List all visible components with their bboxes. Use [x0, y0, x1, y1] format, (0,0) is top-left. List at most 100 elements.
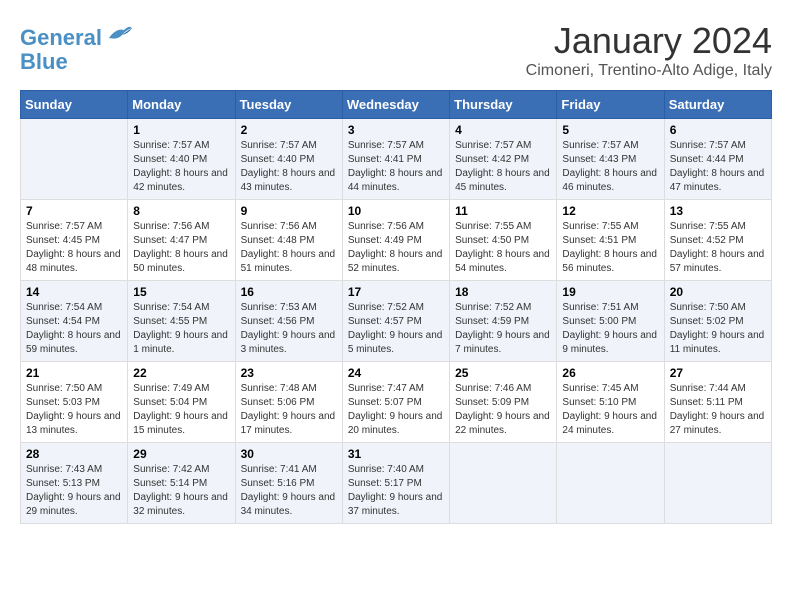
day-info: Sunrise: 7:57 AMSunset: 4:43 PMDaylight:…	[562, 139, 658, 195]
day-info: Sunrise: 7:47 AMSunset: 5:07 PMDaylight:…	[348, 382, 444, 438]
calendar-cell: 21 Sunrise: 7:50 AMSunset: 5:03 PMDaylig…	[21, 362, 128, 443]
day-info: Sunrise: 7:46 AMSunset: 5:09 PMDaylight:…	[455, 382, 551, 438]
day-number: 21	[26, 366, 122, 380]
day-number: 11	[455, 204, 551, 218]
day-info: Sunrise: 7:57 AMSunset: 4:41 PMDaylight:…	[348, 139, 444, 195]
day-info: Sunrise: 7:54 AMSunset: 4:55 PMDaylight:…	[133, 301, 229, 357]
calendar-cell: 22 Sunrise: 7:49 AMSunset: 5:04 PMDaylig…	[128, 362, 235, 443]
calendar-cell	[664, 443, 771, 524]
calendar-cell: 27 Sunrise: 7:44 AMSunset: 5:11 PMDaylig…	[664, 362, 771, 443]
day-number: 22	[133, 366, 229, 380]
day-info: Sunrise: 7:55 AMSunset: 4:50 PMDaylight:…	[455, 220, 551, 276]
day-info: Sunrise: 7:56 AMSunset: 4:48 PMDaylight:…	[241, 220, 337, 276]
day-number: 13	[670, 204, 766, 218]
day-info: Sunrise: 7:57 AMSunset: 4:42 PMDaylight:…	[455, 139, 551, 195]
logo: General Blue	[20, 20, 134, 74]
calendar-week-row: 21 Sunrise: 7:50 AMSunset: 5:03 PMDaylig…	[21, 362, 772, 443]
column-header-wednesday: Wednesday	[342, 91, 449, 119]
calendar-cell	[21, 119, 128, 200]
day-number: 10	[348, 204, 444, 218]
day-number: 27	[670, 366, 766, 380]
day-info: Sunrise: 7:40 AMSunset: 5:17 PMDaylight:…	[348, 463, 444, 519]
calendar-cell: 29 Sunrise: 7:42 AMSunset: 5:14 PMDaylig…	[128, 443, 235, 524]
day-number: 16	[241, 285, 337, 299]
calendar-cell: 6 Sunrise: 7:57 AMSunset: 4:44 PMDayligh…	[664, 119, 771, 200]
day-number: 9	[241, 204, 337, 218]
column-header-friday: Friday	[557, 91, 664, 119]
day-number: 28	[26, 447, 122, 461]
day-info: Sunrise: 7:54 AMSunset: 4:54 PMDaylight:…	[26, 301, 122, 357]
column-header-thursday: Thursday	[450, 91, 557, 119]
calendar-cell: 9 Sunrise: 7:56 AMSunset: 4:48 PMDayligh…	[235, 200, 342, 281]
day-number: 8	[133, 204, 229, 218]
calendar-cell: 20 Sunrise: 7:50 AMSunset: 5:02 PMDaylig…	[664, 281, 771, 362]
day-info: Sunrise: 7:49 AMSunset: 5:04 PMDaylight:…	[133, 382, 229, 438]
day-number: 3	[348, 123, 444, 137]
day-number: 15	[133, 285, 229, 299]
day-info: Sunrise: 7:57 AMSunset: 4:45 PMDaylight:…	[26, 220, 122, 276]
calendar-cell: 25 Sunrise: 7:46 AMSunset: 5:09 PMDaylig…	[450, 362, 557, 443]
calendar-week-row: 7 Sunrise: 7:57 AMSunset: 4:45 PMDayligh…	[21, 200, 772, 281]
column-header-saturday: Saturday	[664, 91, 771, 119]
calendar-cell: 4 Sunrise: 7:57 AMSunset: 4:42 PMDayligh…	[450, 119, 557, 200]
day-number: 29	[133, 447, 229, 461]
calendar-week-row: 1 Sunrise: 7:57 AMSunset: 4:40 PMDayligh…	[21, 119, 772, 200]
logo-text: General Blue	[20, 20, 134, 74]
day-info: Sunrise: 7:45 AMSunset: 5:10 PMDaylight:…	[562, 382, 658, 438]
day-info: Sunrise: 7:55 AMSunset: 4:51 PMDaylight:…	[562, 220, 658, 276]
day-number: 24	[348, 366, 444, 380]
logo-bird-icon	[104, 20, 134, 45]
calendar-cell: 12 Sunrise: 7:55 AMSunset: 4:51 PMDaylig…	[557, 200, 664, 281]
day-info: Sunrise: 7:44 AMSunset: 5:11 PMDaylight:…	[670, 382, 766, 438]
calendar-cell: 7 Sunrise: 7:57 AMSunset: 4:45 PMDayligh…	[21, 200, 128, 281]
day-info: Sunrise: 7:51 AMSunset: 5:00 PMDaylight:…	[562, 301, 658, 357]
calendar-cell: 31 Sunrise: 7:40 AMSunset: 5:17 PMDaylig…	[342, 443, 449, 524]
calendar-cell	[450, 443, 557, 524]
calendar-cell: 23 Sunrise: 7:48 AMSunset: 5:06 PMDaylig…	[235, 362, 342, 443]
day-info: Sunrise: 7:55 AMSunset: 4:52 PMDaylight:…	[670, 220, 766, 276]
calendar-cell: 13 Sunrise: 7:55 AMSunset: 4:52 PMDaylig…	[664, 200, 771, 281]
calendar-cell: 11 Sunrise: 7:55 AMSunset: 4:50 PMDaylig…	[450, 200, 557, 281]
calendar-cell: 18 Sunrise: 7:52 AMSunset: 4:59 PMDaylig…	[450, 281, 557, 362]
calendar-cell: 30 Sunrise: 7:41 AMSunset: 5:16 PMDaylig…	[235, 443, 342, 524]
day-number: 23	[241, 366, 337, 380]
day-info: Sunrise: 7:52 AMSunset: 4:57 PMDaylight:…	[348, 301, 444, 357]
day-number: 6	[670, 123, 766, 137]
day-info: Sunrise: 7:42 AMSunset: 5:14 PMDaylight:…	[133, 463, 229, 519]
day-info: Sunrise: 7:50 AMSunset: 5:02 PMDaylight:…	[670, 301, 766, 357]
day-number: 12	[562, 204, 658, 218]
column-header-sunday: Sunday	[21, 91, 128, 119]
calendar-cell: 8 Sunrise: 7:56 AMSunset: 4:47 PMDayligh…	[128, 200, 235, 281]
calendar-table: SundayMondayTuesdayWednesdayThursdayFrid…	[20, 90, 772, 524]
calendar-cell: 28 Sunrise: 7:43 AMSunset: 5:13 PMDaylig…	[21, 443, 128, 524]
calendar-cell: 15 Sunrise: 7:54 AMSunset: 4:55 PMDaylig…	[128, 281, 235, 362]
calendar-cell: 1 Sunrise: 7:57 AMSunset: 4:40 PMDayligh…	[128, 119, 235, 200]
calendar-cell: 17 Sunrise: 7:52 AMSunset: 4:57 PMDaylig…	[342, 281, 449, 362]
month-title: January 2024	[526, 20, 772, 62]
day-number: 7	[26, 204, 122, 218]
day-info: Sunrise: 7:41 AMSunset: 5:16 PMDaylight:…	[241, 463, 337, 519]
calendar-cell: 14 Sunrise: 7:54 AMSunset: 4:54 PMDaylig…	[21, 281, 128, 362]
calendar-cell: 16 Sunrise: 7:53 AMSunset: 4:56 PMDaylig…	[235, 281, 342, 362]
calendar-cell	[557, 443, 664, 524]
day-info: Sunrise: 7:52 AMSunset: 4:59 PMDaylight:…	[455, 301, 551, 357]
day-number: 18	[455, 285, 551, 299]
column-header-tuesday: Tuesday	[235, 91, 342, 119]
calendar-week-row: 14 Sunrise: 7:54 AMSunset: 4:54 PMDaylig…	[21, 281, 772, 362]
calendar-cell: 24 Sunrise: 7:47 AMSunset: 5:07 PMDaylig…	[342, 362, 449, 443]
day-info: Sunrise: 7:50 AMSunset: 5:03 PMDaylight:…	[26, 382, 122, 438]
calendar-cell: 19 Sunrise: 7:51 AMSunset: 5:00 PMDaylig…	[557, 281, 664, 362]
day-info: Sunrise: 7:57 AMSunset: 4:40 PMDaylight:…	[241, 139, 337, 195]
title-block: January 2024 Cimoneri, Trentino-Alto Adi…	[526, 20, 772, 80]
calendar-cell: 26 Sunrise: 7:45 AMSunset: 5:10 PMDaylig…	[557, 362, 664, 443]
day-info: Sunrise: 7:56 AMSunset: 4:49 PMDaylight:…	[348, 220, 444, 276]
day-number: 14	[26, 285, 122, 299]
day-info: Sunrise: 7:43 AMSunset: 5:13 PMDaylight:…	[26, 463, 122, 519]
day-number: 20	[670, 285, 766, 299]
day-info: Sunrise: 7:53 AMSunset: 4:56 PMDaylight:…	[241, 301, 337, 357]
day-info: Sunrise: 7:48 AMSunset: 5:06 PMDaylight:…	[241, 382, 337, 438]
calendar-cell: 3 Sunrise: 7:57 AMSunset: 4:41 PMDayligh…	[342, 119, 449, 200]
day-number: 2	[241, 123, 337, 137]
day-number: 30	[241, 447, 337, 461]
column-header-monday: Monday	[128, 91, 235, 119]
